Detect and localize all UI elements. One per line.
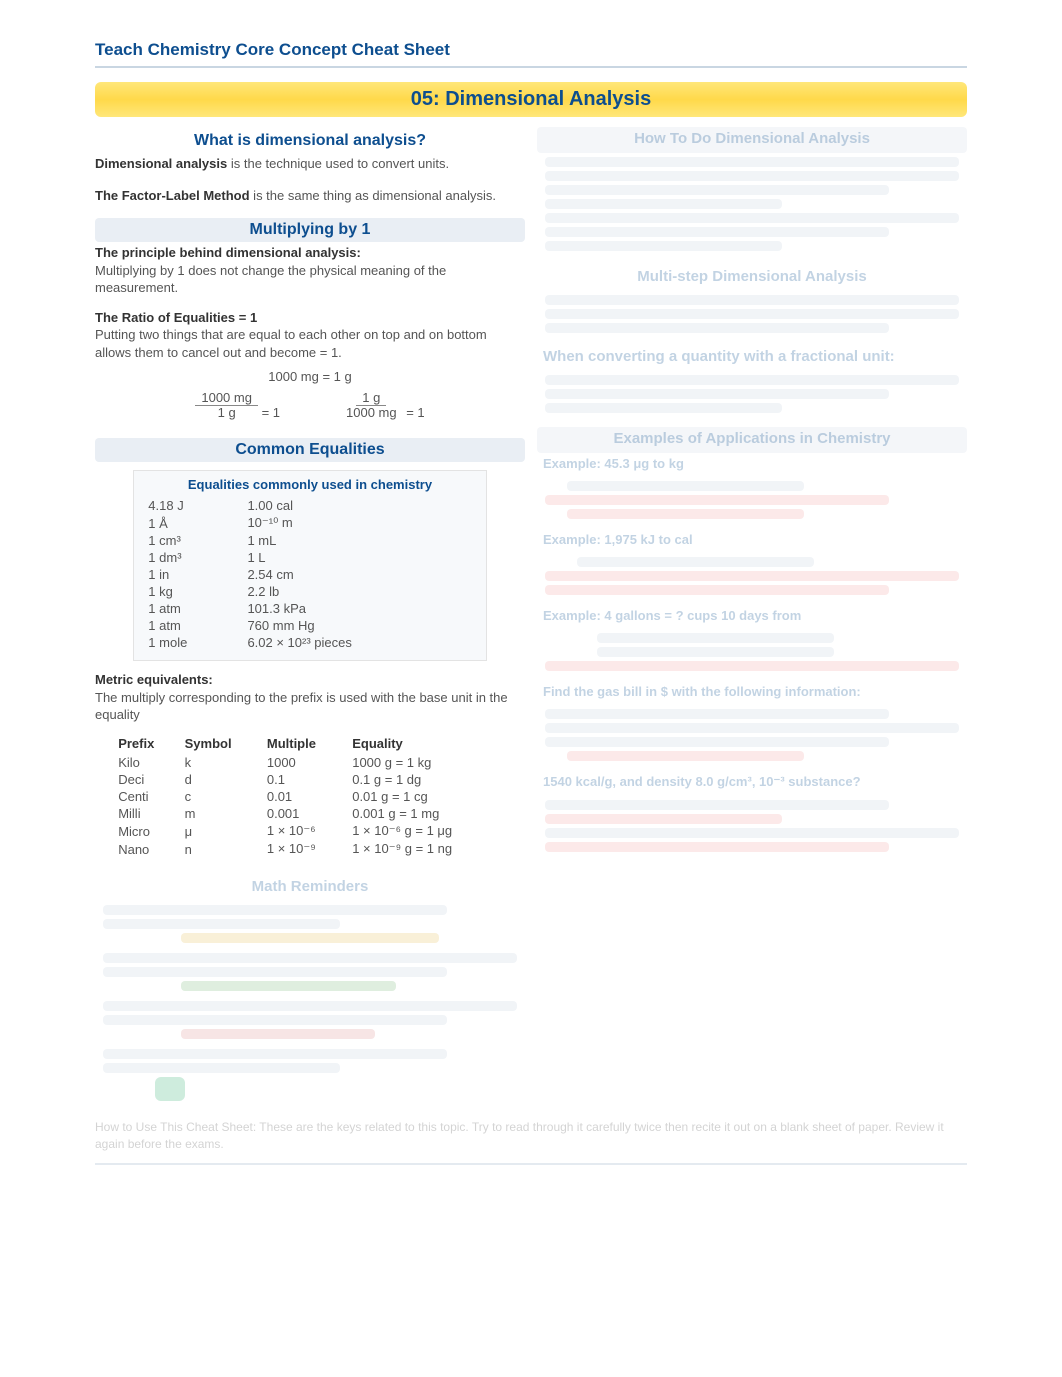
table-row: Kilok10001000 g = 1 kg	[114, 755, 506, 770]
equation-equality: 1000 mg = 1 g	[95, 369, 525, 384]
table-row: 4.18 J1.00 cal	[144, 498, 475, 513]
metric-equivalents: Metric equivalents: The multiply corresp…	[95, 669, 525, 726]
table-row: Microμ1 × 10⁻⁶1 × 10⁻⁶ g = 1 μg	[114, 823, 506, 839]
table-row: 1 atm101.3 kPa	[144, 601, 475, 616]
table-row: 1 mole6.02 × 10²³ pieces	[144, 635, 475, 650]
section-head-common-eq: Common Equalities	[95, 438, 525, 462]
table-row: 1 kg2.2 lb	[144, 584, 475, 599]
right-column: How To Do Dimensional Analysis Multi-ste…	[537, 127, 967, 1101]
table-row: Millim0.0010.001 g = 1 mg	[114, 806, 506, 821]
table-row: 1 in2.54 cm	[144, 567, 475, 582]
section-head-fractional: When converting a quantity with a fracti…	[537, 345, 967, 371]
equalities-table: Equalities commonly used in chemistry 4.…	[133, 470, 486, 661]
fraction-row: 1000 mg 1 g = 1 1 g 1000 mg = 1	[95, 390, 525, 420]
prefix-table: Prefix Symbol Multiple Equality Kilok100…	[112, 732, 508, 859]
section-head-multiplying: Multiplying by 1	[95, 218, 525, 242]
example-title-2: Example: 1,975 kJ to cal	[537, 529, 967, 553]
divider	[95, 66, 967, 68]
equalities-table-title: Equalities commonly used in chemistry	[142, 477, 477, 492]
brand-title: Teach Chemistry Core Concept Cheat Sheet	[95, 40, 967, 60]
example-title-5: 1540 kcal/g, and density 8.0 g/cm³, 10⁻³…	[537, 771, 967, 796]
footer-hint: How to Use This Cheat Sheet: These are t…	[95, 1119, 967, 1153]
divider	[95, 1163, 967, 1165]
section-head-examples: Examples of Applications in Chemistry	[537, 427, 967, 453]
left-column: What is dimensional analysis? Dimensiona…	[95, 127, 525, 1101]
table-row: 1 Å10⁻¹⁰ m	[144, 515, 475, 531]
para-factor-label: The Factor-Label Method is the same thin…	[95, 185, 525, 207]
table-row: Nanon1 × 10⁻⁹1 × 10⁻⁹ g = 1 ng	[114, 841, 506, 857]
table-row: 1 dm³1 L	[144, 550, 475, 565]
table-row: 1 cm³1 mL	[144, 533, 475, 548]
example-title-3: Example: 4 gallons = ? cups 10 days from	[537, 605, 967, 629]
section-math-reminders: Math Reminders	[95, 875, 525, 1101]
term-dimensional: Dimensional analysis	[95, 156, 227, 171]
term-factor-label: The Factor-Label Method	[95, 188, 250, 203]
example-title-4: Find the gas bill in $ with the followin…	[537, 681, 967, 705]
para-dimensional: Dimensional analysis is the technique us…	[95, 153, 525, 175]
para-ratio: The Ratio of Equalities = 1 Putting two …	[95, 307, 525, 364]
section-head-what-is: What is dimensional analysis?	[95, 129, 525, 153]
para-principle: The principle behind dimensional analysi…	[95, 242, 525, 299]
section-head-multistep: Multi-step Dimensional Analysis	[537, 265, 967, 291]
example-title-1: Example: 45.3 μg to kg	[537, 453, 967, 477]
page-title: 05: Dimensional Analysis	[95, 82, 967, 117]
section-head-how-to: How To Do Dimensional Analysis	[537, 127, 967, 153]
table-row: Decid0.10.1 g = 1 dg	[114, 772, 506, 787]
table-row: 1 atm760 mm Hg	[144, 618, 475, 633]
table-row: Centic0.010.01 g = 1 cg	[114, 789, 506, 804]
section-head-math-reminders: Math Reminders	[95, 875, 525, 901]
